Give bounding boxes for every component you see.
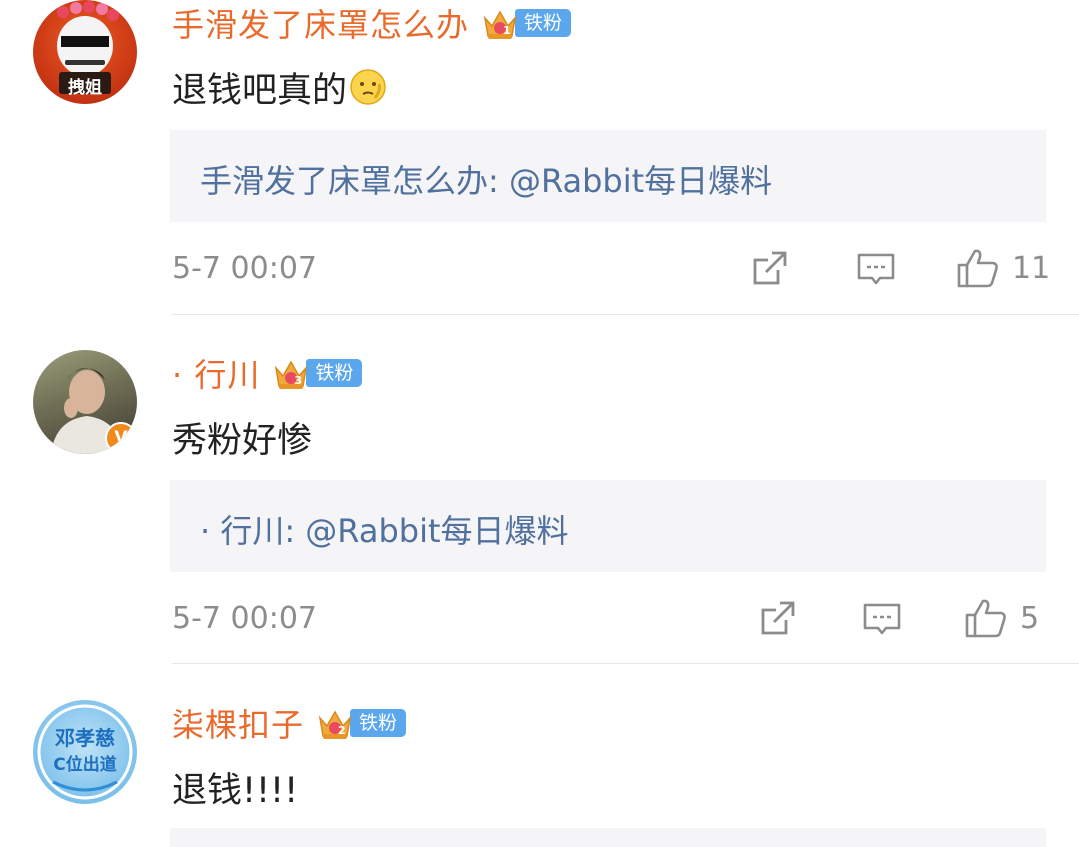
fan-label: 铁粉 <box>306 359 363 387</box>
comment-text-content: 退钱吧真的 <box>172 71 348 111</box>
crown-icon: 2 <box>316 704 354 742</box>
fan-label: 铁粉 <box>350 709 407 737</box>
quote-box[interactable]: 手滑发了床罩怎么办: @Rabbit每日爆料 <box>170 130 1046 222</box>
username[interactable]: 手滑发了床罩怎么办 <box>172 0 469 46</box>
fan-label: 铁粉 <box>515 9 572 37</box>
avatar[interactable]: 拽姐 <box>33 0 137 104</box>
share-icon <box>761 601 795 635</box>
reply-button[interactable] <box>856 247 896 289</box>
avatar-caption: 邓孝慈 <box>55 726 115 750</box>
name-row: · 行川 3 铁粉 <box>172 350 363 396</box>
emoji-icon <box>349 68 387 115</box>
meta-row: 5-7 00:07 5 <box>172 597 1048 643</box>
divider <box>172 314 1079 315</box>
share-button[interactable] <box>758 597 798 639</box>
reply-button[interactable] <box>862 597 902 639</box>
username[interactable]: 柒棵扣子 <box>172 700 304 746</box>
crown-icon: 1 <box>481 4 519 42</box>
avatar-caption: 拽姐 <box>68 78 102 98</box>
comment-text: 秀粉好惨 <box>172 421 313 461</box>
share-button[interactable] <box>750 247 790 289</box>
share-icon <box>753 251 787 285</box>
fan-badge[interactable]: 3 铁粉 <box>272 354 363 392</box>
avatar-caption: C位出道 <box>53 755 117 775</box>
badge-level: 1 <box>503 24 511 37</box>
name-row: 手滑发了床罩怎么办 1 铁粉 <box>172 0 572 46</box>
timestamp: 5-7 00:07 <box>172 251 317 286</box>
like-count: 11 <box>1012 250 1051 286</box>
timestamp: 5-7 00:07 <box>172 601 317 636</box>
comment-icon <box>863 603 901 635</box>
quote-text[interactable]: · 行川: @Rabbit每日爆料 <box>200 506 569 552</box>
like-button[interactable]: 5 <box>964 597 1039 639</box>
like-button[interactable]: 11 <box>956 247 1050 289</box>
fan-badge[interactable]: 2 铁粉 <box>316 704 407 742</box>
username[interactable]: · 行川 <box>172 350 260 396</box>
like-count: 5 <box>1020 600 1040 636</box>
like-icon <box>957 249 998 288</box>
comment-icon <box>857 253 895 285</box>
quote-text[interactable]: 手滑发了床罩怎么办: @Rabbit每日爆料 <box>200 156 772 202</box>
like-icon <box>965 599 1006 638</box>
avatar[interactable]: 邓孝慈 C位出道 <box>33 700 137 804</box>
verified-icon: V <box>105 422 137 454</box>
avatar[interactable]: V <box>33 350 137 454</box>
comment-text: 退钱吧真的 <box>172 62 387 115</box>
badge-level: 2 <box>338 724 346 737</box>
name-row: 柒棵扣子 2 铁粉 <box>172 700 407 746</box>
crown-icon: 3 <box>272 354 310 392</box>
comment-text: 退钱!!!! <box>172 771 299 811</box>
divider <box>172 663 1079 664</box>
quote-box[interactable]: · 行川: @Rabbit每日爆料 <box>170 480 1046 572</box>
meta-row: 5-7 00:07 11 <box>172 247 1050 293</box>
badge-level: 3 <box>294 374 303 387</box>
fan-badge[interactable]: 1 铁粉 <box>481 4 572 42</box>
quote-box[interactable] <box>170 828 1046 847</box>
